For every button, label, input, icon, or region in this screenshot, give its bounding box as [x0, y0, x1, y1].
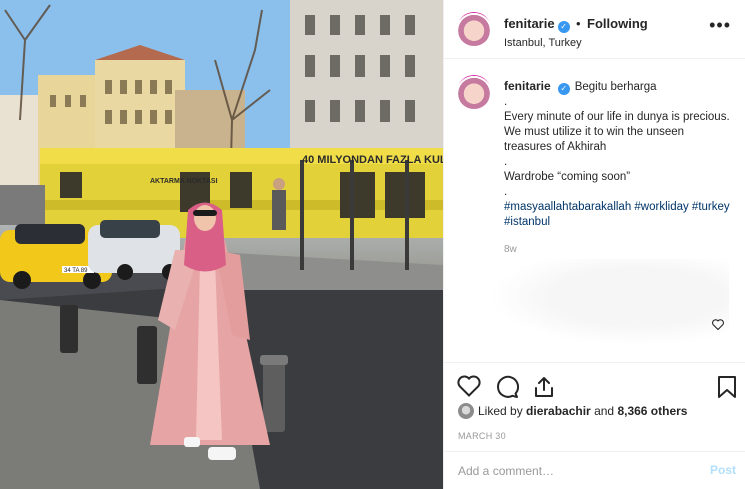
caption-username-link[interactable]: fenitarie: [504, 79, 551, 93]
caption-line: .: [504, 186, 508, 198]
caption-line: Wardrobe “coming soon”: [504, 171, 631, 183]
more-options-icon[interactable]: •••: [709, 16, 731, 34]
post-date[interactable]: MARCH 30: [458, 431, 506, 441]
taxi-plate: 34 TA 89: [64, 268, 88, 274]
caption-area: fenitarie ✓ Begitu berharga . Every minute…: [444, 59, 745, 359]
share-icon[interactable]: [532, 375, 556, 399]
caption-like-icon[interactable]: [712, 319, 724, 330]
comment-bar: Post: [444, 451, 745, 489]
street-scene-image: 40 MILYONDAN FAZLA KULLANICIN AKTARMA NO…: [0, 0, 443, 489]
likes-prefix: Liked by: [478, 404, 527, 418]
avatar[interactable]: [457, 12, 491, 46]
caption-text: fenitarie ✓ Begitu berharga . Every minute…: [504, 79, 734, 257]
following-button[interactable]: Following: [587, 16, 648, 31]
caption-line: .: [504, 96, 508, 108]
likes-middle: and: [590, 404, 618, 418]
likes-summary: Liked by dierabachir and 8,366 others: [458, 403, 687, 419]
dot-separator: •: [576, 16, 581, 31]
liker-username-link[interactable]: dierabachir: [526, 404, 591, 418]
username-link[interactable]: fenitarie: [504, 16, 555, 31]
tram-sign-text-2: AKTARMA NOKTASI: [150, 178, 218, 185]
post-comment-button[interactable]: Post: [710, 463, 736, 477]
hashtag-links[interactable]: #masyaallahtabarakallah #workliday #turk…: [504, 200, 734, 230]
post-photo[interactable]: 40 MILYONDAN FAZLA KULLANICIN AKTARMA NO…: [0, 0, 443, 489]
location-link[interactable]: Istanbul, Turkey: [504, 37, 648, 49]
caption-line: Every minute of our life in dunya is pre…: [504, 111, 730, 153]
caption-avatar[interactable]: [457, 75, 491, 109]
liker-avatar[interactable]: [458, 403, 474, 419]
post-sidebar: fenitarie ✓ • Following Istanbul, Turkey …: [443, 0, 745, 489]
header-user-block: fenitarie ✓ • Following Istanbul, Turkey: [504, 15, 648, 49]
verified-badge-icon: ✓: [557, 21, 570, 33]
post-header: fenitarie ✓ • Following Istanbul, Turkey …: [444, 0, 745, 59]
bookmark-icon[interactable]: [717, 375, 737, 399]
post-time-ago[interactable]: 8w: [504, 242, 734, 257]
faded-background: [464, 259, 729, 354]
verified-badge-icon: ✓: [557, 83, 570, 95]
tram-sign-text: 40 MILYONDAN FAZLA KULLANICIN: [302, 154, 443, 166]
likes-count-link[interactable]: 8,366 others: [617, 404, 687, 418]
heart-icon[interactable]: [457, 375, 481, 397]
caption-line: .: [504, 156, 508, 168]
comment-input[interactable]: [458, 461, 678, 481]
comment-icon[interactable]: [495, 375, 519, 399]
caption-line: Begitu berharga: [574, 81, 657, 93]
